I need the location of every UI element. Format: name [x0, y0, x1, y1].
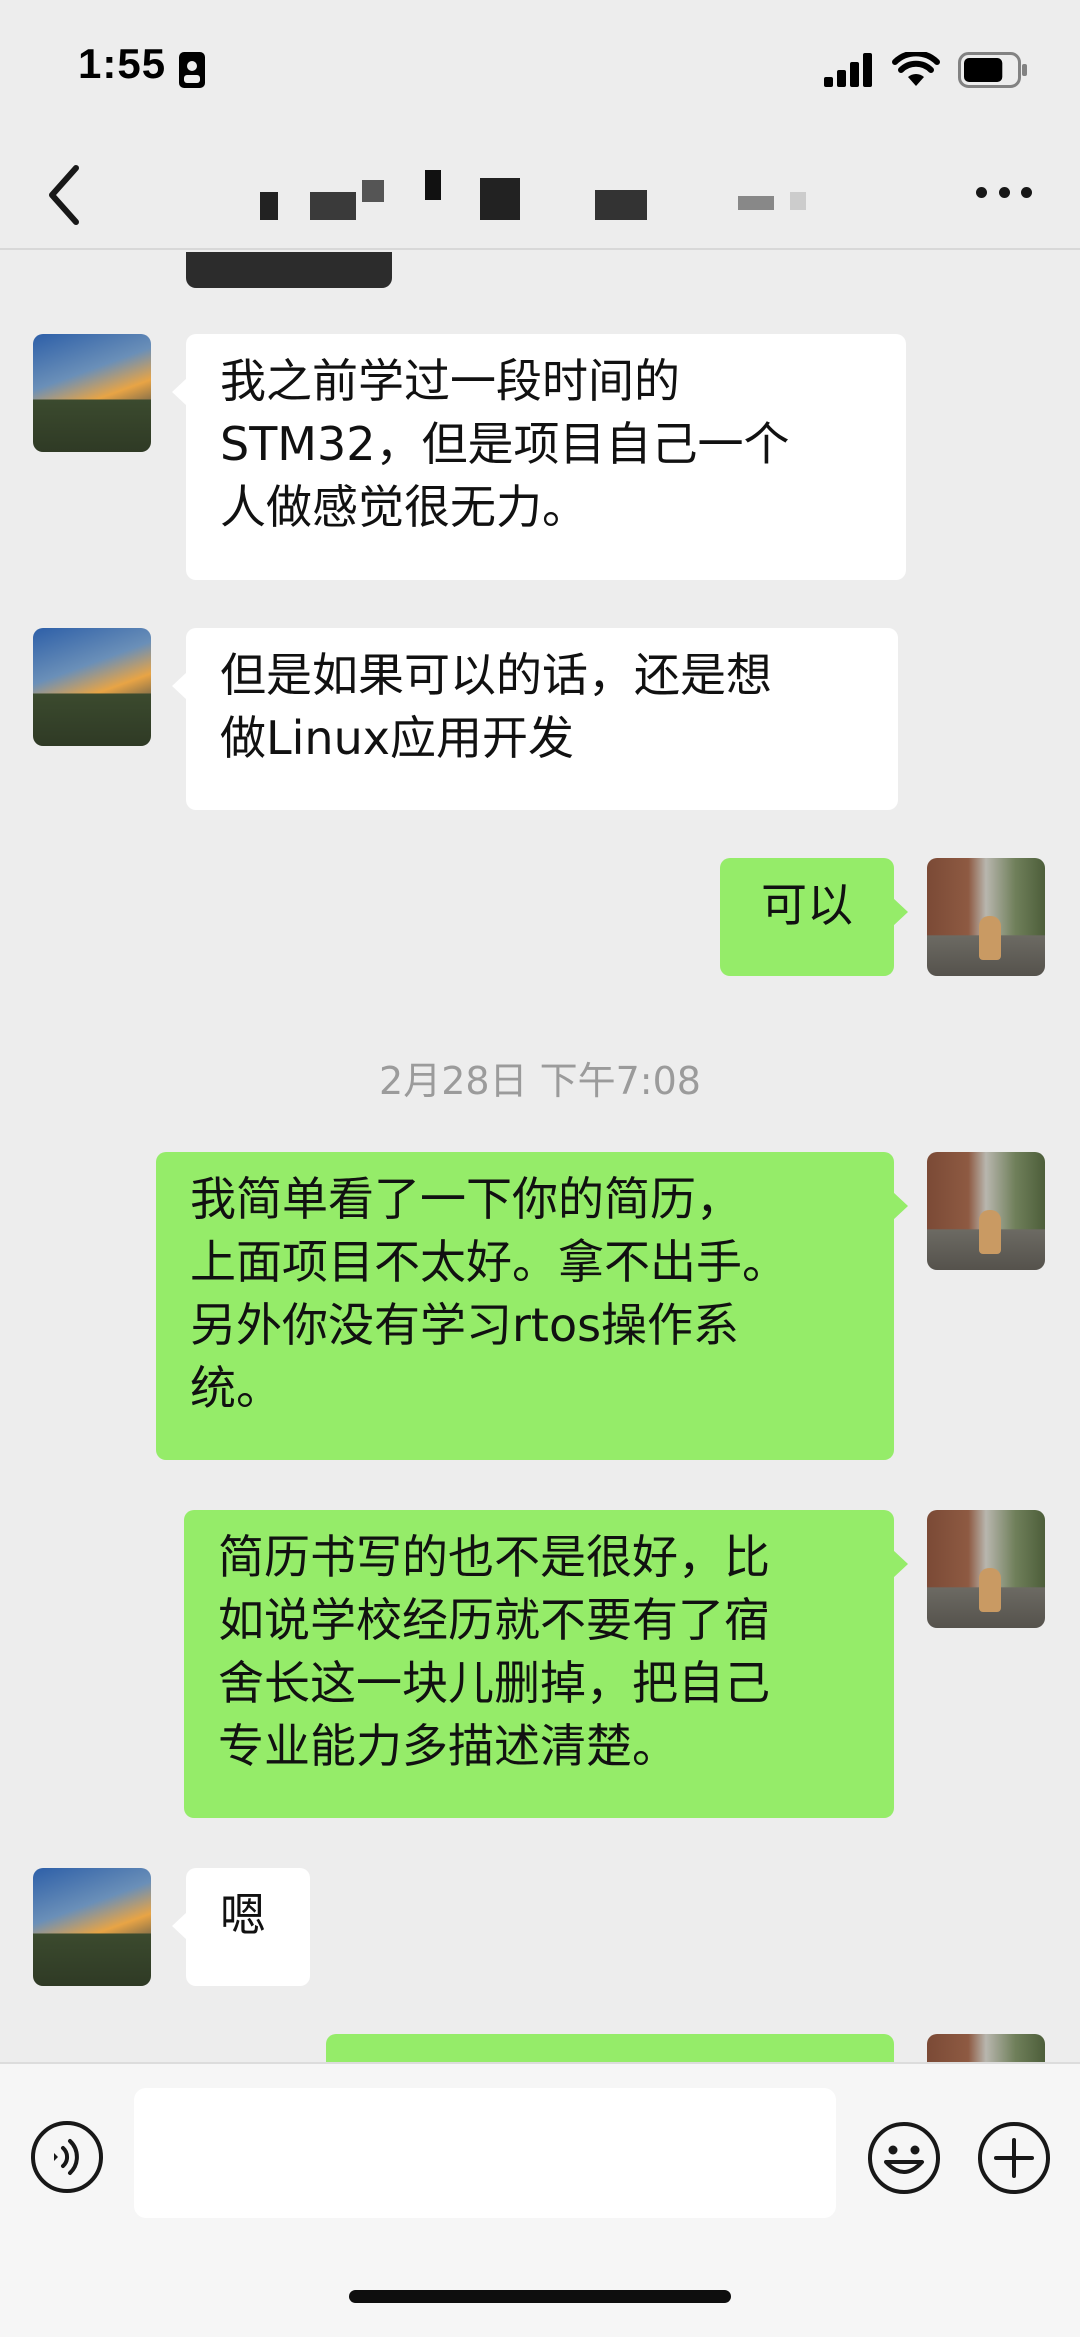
outgoing-message-bubble[interactable]: 简历书写的也不是很好，比 如说学校经历就不要有了宿 舍长这一块儿删掉，把自己 专…: [184, 1510, 908, 1818]
voice-icon[interactable]: [30, 2120, 104, 2194]
id-badge-icon: [179, 52, 205, 88]
home-indicator[interactable]: [349, 2290, 731, 2303]
chat-title-redacted: ██▖▘▌ ▛▖ ▀▝: [250, 170, 850, 220]
wifi-icon: [892, 52, 940, 86]
battery-icon: [958, 52, 1027, 88]
my-avatar[interactable]: [927, 1152, 1045, 1270]
cropped-outgoing-bubble: [326, 2034, 894, 2062]
incoming-message-bubble[interactable]: 但是如果可以的话，还是想 做Linux应用开发: [172, 628, 898, 810]
contact-avatar[interactable]: [33, 628, 151, 746]
status-time: 1:55: [78, 40, 167, 87]
message-input[interactable]: [134, 2088, 836, 2218]
plus-icon[interactable]: [976, 2120, 1052, 2196]
outgoing-message-bubble[interactable]: 我简单看了一下你的简历， 上面项目不太好。拿不出手。 另外你没有学习rtos操作…: [156, 1152, 908, 1460]
status-bar: 1:55: [0, 0, 1080, 140]
outgoing-message-bubble[interactable]: 可以: [720, 858, 908, 976]
input-bar: [0, 2062, 1080, 2337]
nav-bar: ██▖▘▌ ▛▖ ▀▝: [0, 140, 1080, 250]
back-chevron-icon[interactable]: [40, 162, 90, 228]
signal-icon: [824, 53, 872, 87]
contact-avatar[interactable]: [33, 334, 151, 452]
my-avatar[interactable]: [927, 858, 1045, 976]
my-avatar[interactable]: [927, 1510, 1045, 1628]
more-dots-icon[interactable]: [976, 182, 1032, 202]
chat-message-list[interactable]: 我之前学过一段时间的 STM32，但是项目自己一个 人做感觉很无力。 但是如果可…: [0, 252, 1080, 2062]
cropped-message-bubble: [186, 252, 392, 288]
emoji-icon[interactable]: [866, 2120, 942, 2196]
contact-avatar[interactable]: [33, 1868, 151, 1986]
my-avatar: [927, 2034, 1045, 2062]
incoming-message-bubble[interactable]: 嗯: [172, 1868, 310, 1986]
incoming-message-bubble[interactable]: 我之前学过一段时间的 STM32，但是项目自己一个 人做感觉很无力。: [172, 334, 906, 580]
status-icons: [824, 50, 1028, 90]
message-timestamp: 2月28日 下午7:08: [379, 1059, 701, 1103]
